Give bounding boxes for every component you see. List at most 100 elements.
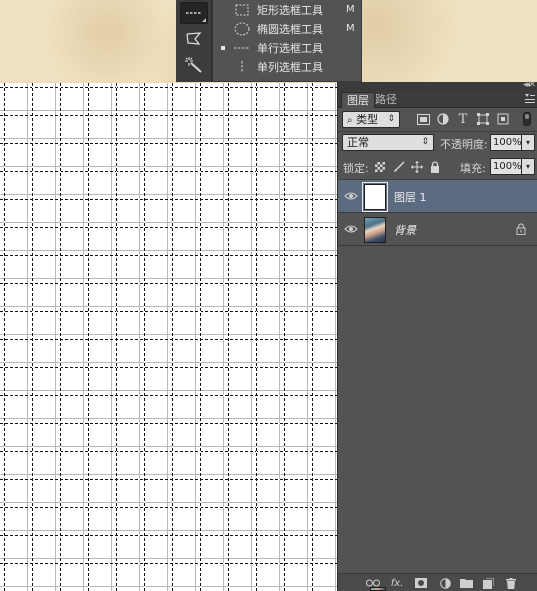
rect-marquee-shortcut: M xyxy=(346,4,355,15)
single-column-selection-line xyxy=(4,83,5,591)
filter-row: ⌕ 类型 ⇕ T xyxy=(338,109,537,131)
single-row-selection-line xyxy=(0,199,337,200)
layer-name[interactable]: 图层 1 xyxy=(394,189,427,205)
collapse-panel-icon[interactable]: ◂◂ xyxy=(523,80,530,90)
single-row-selection-line xyxy=(0,367,337,368)
new-layer-icon[interactable] xyxy=(481,577,495,589)
lock-all-icon[interactable] xyxy=(429,161,441,173)
lock-pixels-brush-icon[interactable] xyxy=(393,161,405,173)
adjustment-icon[interactable] xyxy=(438,577,452,589)
blend-mode-select[interactable]: 正常 ⇕ xyxy=(342,134,434,151)
search-icon: ⌕ xyxy=(347,115,353,126)
selected-bullet-icon xyxy=(221,45,225,50)
single-row-selection-line xyxy=(0,283,337,284)
single-row-selection-line xyxy=(0,507,337,508)
single-row-marquee-label: 单行选框工具 xyxy=(257,41,323,55)
background-thumbnail xyxy=(364,217,386,243)
opacity-dropdown-button[interactable]: ▾ xyxy=(522,134,535,151)
filter-toggle-switch[interactable] xyxy=(523,112,531,126)
single-column-marquee-menu-item[interactable]: 单列选框工具 xyxy=(213,57,363,76)
link-icon[interactable] xyxy=(366,577,380,589)
document-canvas[interactable] xyxy=(0,83,341,591)
opacity-label: 不透明度: xyxy=(440,138,488,151)
lock-position-move-icon[interactable] xyxy=(411,161,423,173)
magic-wand-tool[interactable] xyxy=(180,54,208,76)
single-column-selection-line xyxy=(88,83,89,591)
layers-panel: ◂◂ ✕ 图层 路径 ⌕ 类型 ⇕ T 正常 ⇕ 不透明度: 100% ▾ 锁定… xyxy=(337,80,537,591)
single-row-selection-line xyxy=(0,171,337,172)
single-row-selection-line xyxy=(0,115,337,116)
single-row-selection-line xyxy=(0,227,337,228)
single-row-selection-line xyxy=(0,535,337,536)
blend-mode-value: 正常 xyxy=(347,136,369,149)
trash-icon[interactable] xyxy=(504,577,518,589)
single-row-marquee-icon xyxy=(234,47,250,48)
visibility-eye-icon[interactable] xyxy=(344,223,358,235)
single-column-marquee-icon xyxy=(241,60,243,73)
layer-row-background[interactable]: 背景 xyxy=(338,213,537,246)
tab-paths[interactable]: 路径 xyxy=(370,92,402,108)
lock-transparency-icon[interactable] xyxy=(374,161,386,173)
shape-filter-icon[interactable] xyxy=(476,113,490,125)
select-arrows-icon: ⇕ xyxy=(387,114,395,124)
panel-menu-icon[interactable] xyxy=(525,94,535,104)
single-row-marquee-menu-item[interactable]: 单行选框工具 xyxy=(213,38,363,57)
tools-panel xyxy=(176,0,212,82)
layer-lock-icon xyxy=(516,223,526,235)
single-column-marquee-label: 单列选框工具 xyxy=(257,60,323,74)
ellipse-marquee-label: 椭圆选框工具 xyxy=(257,22,323,36)
single-row-selection-line xyxy=(0,423,337,424)
layers-panel-footer: fx. xyxy=(338,573,537,591)
fill-label: 填充: xyxy=(460,162,486,175)
single-column-selection-line xyxy=(228,83,229,591)
lock-fill-row: 锁定: 填充: 100% ▾ xyxy=(338,156,537,178)
layer-name[interactable]: 背景 xyxy=(394,222,416,238)
single-column-selection-line xyxy=(116,83,117,591)
flyout-corner-icon xyxy=(202,18,206,22)
single-column-selection-line xyxy=(284,83,285,591)
fill-dropdown-button[interactable]: ▾ xyxy=(522,158,535,175)
fx-icon[interactable]: fx. xyxy=(390,577,404,589)
adjustment-filter-icon[interactable] xyxy=(436,113,450,125)
single-column-selection-line xyxy=(32,83,33,591)
smart-object-filter-icon[interactable] xyxy=(496,113,510,125)
single-row-selection-line xyxy=(0,451,337,452)
filter-type-select[interactable]: ⌕ 类型 ⇕ xyxy=(342,111,400,128)
layer-thumbnail xyxy=(364,184,386,210)
polygonal-lasso-tool[interactable] xyxy=(180,28,208,50)
image-filter-icon[interactable] xyxy=(416,113,430,125)
layer-row-layer-1[interactable]: 图层 1 xyxy=(338,180,537,213)
close-panel-icon[interactable]: ✕ xyxy=(528,80,536,90)
ellipse-marquee-menu-item[interactable]: 椭圆选框工具 M xyxy=(213,19,363,38)
single-column-selection-line xyxy=(144,83,145,591)
rect-marquee-menu-item[interactable]: 矩形选框工具 M xyxy=(213,0,363,19)
fill-input[interactable]: 100% xyxy=(490,158,522,175)
mask-icon[interactable] xyxy=(414,577,428,589)
ellipse-marquee-icon xyxy=(234,22,250,35)
single-column-selection-line xyxy=(60,83,61,591)
single-row-selection-line xyxy=(0,339,337,340)
single-row-selection-line xyxy=(0,479,337,480)
blend-opacity-row: 正常 ⇕ 不透明度: 100% ▾ xyxy=(338,132,537,154)
rect-marquee-icon xyxy=(235,4,249,15)
single-row-selection-line xyxy=(0,311,337,312)
polygonal-lasso-icon xyxy=(186,32,202,45)
visibility-eye-icon[interactable] xyxy=(344,190,358,202)
magic-wand-icon xyxy=(185,57,202,73)
single-row-selection-line xyxy=(0,143,337,144)
filter-type-label: 类型 xyxy=(356,113,379,126)
panel-tabs: 图层 路径 xyxy=(338,91,537,108)
marquee-tools-flyout-menu: 矩形选框工具 M 椭圆选框工具 M 单行选框工具 单列选框工具 xyxy=(212,0,362,82)
type-filter-icon[interactable]: T xyxy=(456,112,470,127)
single-row-selection-line xyxy=(0,395,337,396)
opacity-input[interactable]: 100% xyxy=(490,134,522,151)
lock-label: 锁定: xyxy=(343,162,369,175)
group-folder-icon[interactable] xyxy=(459,577,473,589)
single-row-marquee-tool[interactable] xyxy=(180,2,208,24)
single-row-selection-line xyxy=(0,563,337,564)
single-row-selection-line xyxy=(0,87,337,88)
rect-marquee-label: 矩形选框工具 xyxy=(257,3,323,17)
panel-title-bar: ◂◂ ✕ xyxy=(338,80,537,91)
ellipse-marquee-shortcut: M xyxy=(346,23,355,34)
single-column-selection-line xyxy=(172,83,173,591)
